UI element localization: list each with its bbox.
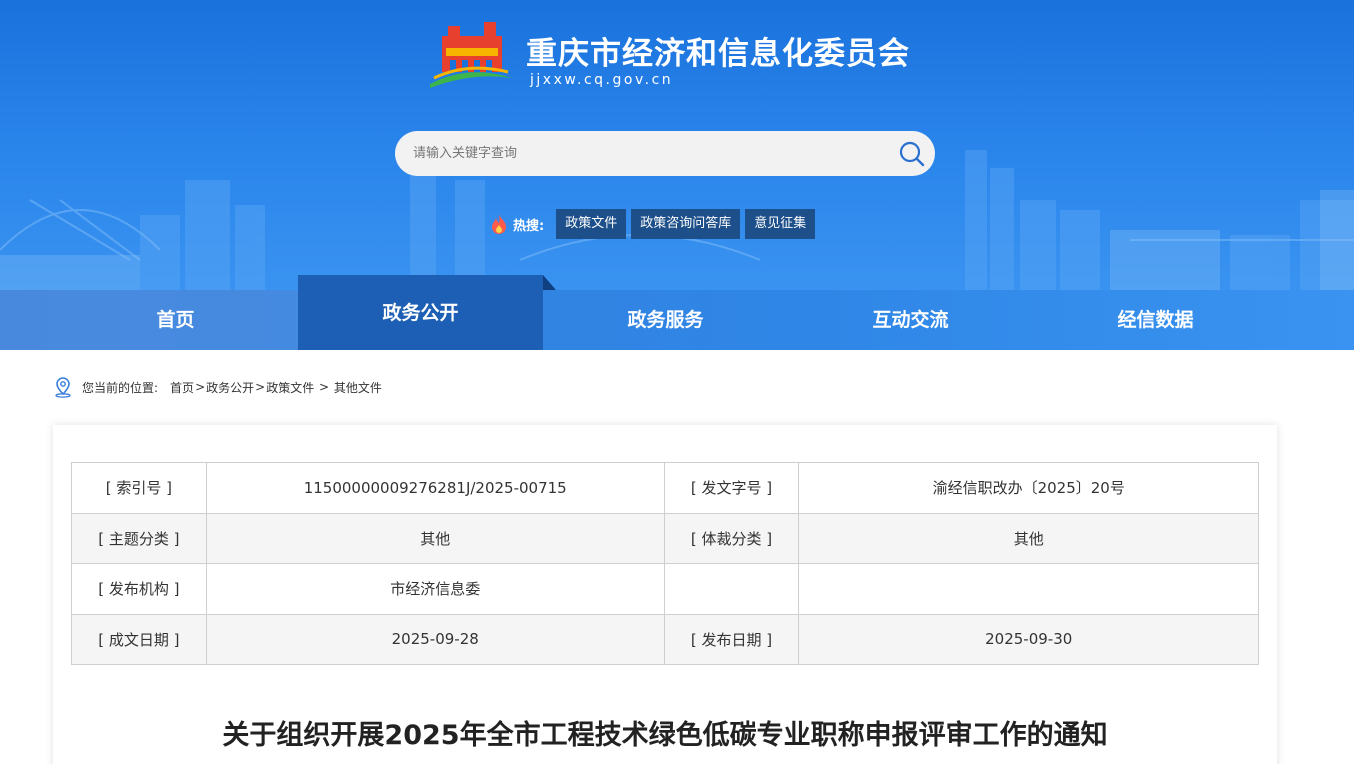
- breadcrumb-prefix: 您当前的位置:: [82, 380, 159, 395]
- document-meta-table: [ 索引号 ] 11500000009276281J/2025-00715 [ …: [71, 462, 1259, 665]
- site-domain: jjxxw.cq.gov.cn: [530, 72, 674, 88]
- header-banner: 重庆市经济和信息化委员会 jjxxw.cq.gov.cn 热搜: 政策文件 政策…: [0, 0, 1354, 290]
- table-row: [ 成文日期 ] 2025-09-28 [ 发布日期 ] 2025-09-30: [71, 613, 1259, 665]
- breadcrumb-other-docs[interactable]: 其他文件: [334, 379, 382, 396]
- nav-item-econ-data[interactable]: 经信数据: [1033, 290, 1278, 350]
- hot-tag-opinion-collection[interactable]: 意见征集: [745, 209, 816, 239]
- meta-key-publish-date: [ 发布日期 ]: [663, 613, 800, 665]
- table-row: [ 主题分类 ] 其他 [ 体裁分类 ] 其他: [71, 512, 1259, 564]
- hot-search-label: 热搜:: [513, 218, 545, 234]
- table-row: [ 索引号 ] 11500000009276281J/2025-00715 [ …: [71, 462, 1259, 514]
- meta-value-index-number: 11500000009276281J/2025-00715: [205, 462, 665, 514]
- meta-key-document-number: [ 发文字号 ]: [663, 462, 800, 514]
- government-emblem-icon: [430, 22, 512, 88]
- meta-key-index-number: [ 索引号 ]: [71, 462, 207, 514]
- meta-value-written-date: 2025-09-28: [205, 613, 665, 665]
- meta-value-issuing-agency: 市经济信息委: [205, 563, 665, 615]
- fire-icon: [492, 215, 506, 234]
- site-name: 重庆市经济和信息化委员会: [526, 36, 910, 72]
- hot-search-row: 热搜: 政策文件 政策咨询问答库 意见征集: [490, 209, 820, 239]
- breadcrumb-gov-affairs-open[interactable]: 政务公开: [206, 379, 254, 396]
- table-row: [ 发布机构 ] 市经济信息委: [71, 563, 1259, 615]
- breadcrumb-separator: >: [315, 380, 333, 394]
- breadcrumb-separator: >: [195, 380, 206, 394]
- meta-key-topic-category: [ 主题分类 ]: [71, 512, 207, 564]
- document-title: 关于组织开展2025年全市工程技术绿色低碳专业职称申报评审工作的通知: [222, 720, 1108, 751]
- main-nav: 首页 政务公开 政务服务 互动交流 经信数据: [0, 275, 1354, 350]
- nav-item-interaction[interactable]: 互动交流: [788, 290, 1033, 350]
- meta-value-topic-category: 其他: [205, 512, 665, 564]
- breadcrumb-home[interactable]: 首页: [170, 379, 194, 396]
- search-icon[interactable]: [898, 140, 926, 168]
- meta-key-genre-category: [ 体裁分类 ]: [663, 512, 800, 564]
- meta-key-written-date: [ 成文日期 ]: [71, 613, 207, 665]
- search-box: [395, 131, 935, 176]
- meta-value-genre-category: 其他: [798, 512, 1259, 564]
- hot-tag-policy-docs[interactable]: 政策文件: [556, 209, 627, 239]
- meta-value-empty: [798, 563, 1259, 615]
- hot-tag-policy-qa[interactable]: 政策咨询问答库: [631, 209, 741, 239]
- nav-item-gov-affairs-open[interactable]: 政务公开: [298, 275, 556, 350]
- nav-left-band: [0, 290, 53, 350]
- breadcrumb-separator: >: [255, 380, 266, 394]
- meta-value-publish-date: 2025-09-30: [798, 613, 1259, 665]
- meta-key-empty: [663, 563, 800, 615]
- breadcrumb-policy-docs[interactable]: 政策文件: [266, 379, 314, 396]
- nav-item-home[interactable]: 首页: [53, 290, 298, 350]
- location-pin-icon: [55, 377, 71, 398]
- search-input[interactable]: [413, 131, 883, 176]
- meta-value-document-number: 渝经信职改办〔2025〕20号: [798, 462, 1259, 514]
- breadcrumb: 您当前的位置: 首页 > 政务公开 > 政策文件 > 其他文件: [52, 376, 382, 398]
- meta-key-issuing-agency: [ 发布机构 ]: [71, 563, 207, 615]
- site-logo[interactable]: 重庆市经济和信息化委员会 jjxxw.cq.gov.cn: [428, 20, 910, 92]
- nav-item-gov-services[interactable]: 政务服务: [543, 290, 788, 350]
